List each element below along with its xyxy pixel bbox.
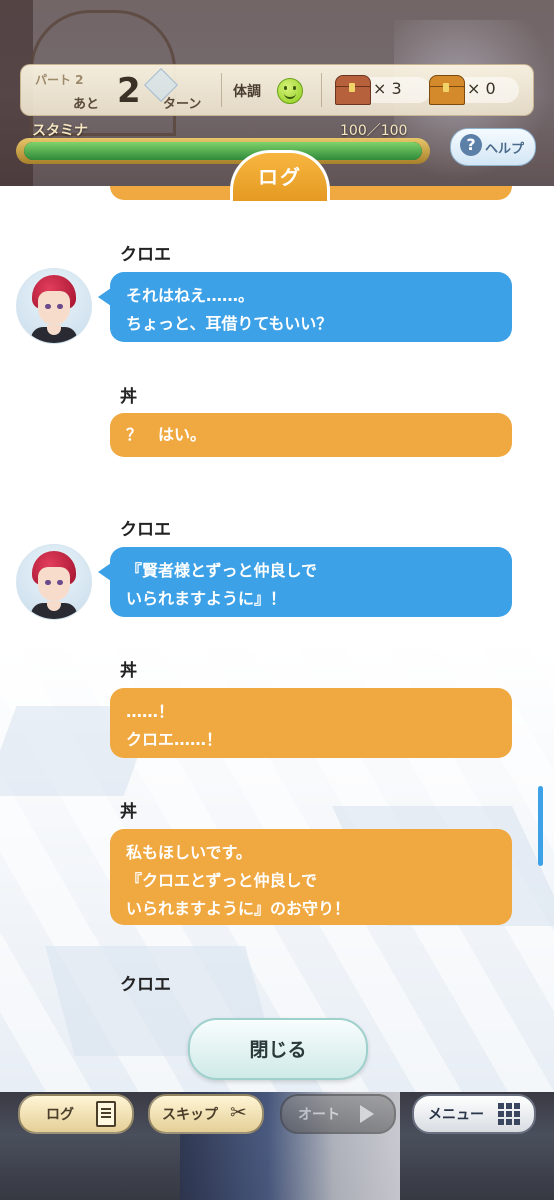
gold-chest-icon	[429, 75, 465, 105]
auto-button[interactable]: オート	[280, 1094, 396, 1134]
message-bubble: 『賢者様とずっと仲良しで いられますように』！	[98, 547, 512, 617]
chest-gold-count: × 0	[467, 79, 496, 98]
chloe-avatar	[16, 544, 92, 620]
menu-button[interactable]: メニュー	[412, 1094, 536, 1134]
close-label: 閉じる	[249, 1039, 307, 1061]
turns-left: 2	[117, 71, 141, 111]
log-button-label: ログ	[46, 1107, 74, 1123]
menu-button-label: メニュー	[428, 1107, 484, 1123]
message-line: ？ はい。	[126, 425, 207, 444]
message-bubble: ？ はい。	[110, 413, 512, 457]
smile-face-icon	[277, 78, 303, 104]
skip-button-label: スキップ	[162, 1107, 218, 1123]
auto-button-label: オート	[298, 1107, 340, 1123]
hud-divider	[221, 73, 222, 107]
speaker-name: クロエ	[120, 245, 171, 265]
log-tab-title: ログ	[258, 165, 302, 189]
message-line: いられますように』！	[126, 589, 287, 608]
skip-button[interactable]: スキップ ✂	[148, 1094, 264, 1134]
red-chest-icon	[335, 75, 371, 105]
message-bubble: ……！ クロエ……！	[110, 688, 512, 758]
help-label: ヘルプ	[485, 142, 525, 157]
speaker-name: 丼	[120, 387, 137, 407]
message-line: ……！	[126, 702, 175, 721]
stamina-bar	[24, 142, 422, 160]
message-line: いられますように』のお守り！	[126, 899, 351, 918]
message-line: それはねえ……。	[126, 286, 255, 305]
log-button[interactable]: ログ	[18, 1094, 134, 1134]
message-line: ちょっと、耳借りてもいい？	[126, 314, 333, 333]
speaker-name: 丼	[120, 661, 137, 681]
play-icon	[360, 1105, 374, 1123]
hud-divider	[321, 73, 322, 107]
chest-red-count: × 3	[373, 79, 402, 98]
close-button[interactable]: 閉じる	[188, 1018, 368, 1080]
message-line: 『クロエとずっと仲良しで	[126, 871, 318, 890]
stamina-fill	[24, 142, 422, 160]
message-bubble: 私もほしいです。 『クロエとずっと仲良しで いられますように』のお守り！	[110, 829, 512, 925]
part-label: パート 2	[35, 73, 84, 87]
stamina-label: スタミナ	[32, 123, 88, 139]
stamina-value: 100／100	[340, 123, 408, 139]
chloe-avatar	[16, 268, 92, 344]
message-line: クロエ……！	[126, 730, 223, 749]
remaining-prefix: あと	[73, 97, 100, 112]
message-line: 『賢者様とずっと仲良しで	[126, 561, 318, 580]
speaker-name: クロエ	[120, 520, 171, 540]
help-button[interactable]: ? ヘルプ	[450, 128, 536, 166]
turn-suffix: ターン	[163, 97, 202, 112]
speaker-name: 丼	[120, 802, 137, 822]
log-scrollbar[interactable]	[538, 786, 543, 866]
question-icon: ?	[460, 134, 482, 156]
grid-menu-icon	[498, 1103, 520, 1125]
message-line: 私もほしいです。	[126, 843, 252, 862]
scissors-icon: ✂	[230, 1100, 247, 1124]
condition-label: 体調	[233, 84, 261, 100]
status-hud: パート 2 あと 2 ターン 体調 × 3 × 0	[20, 64, 534, 116]
message-bubble: それはねえ……。 ちょっと、耳借りてもいい？	[98, 272, 512, 342]
speaker-name: クロエ	[120, 975, 171, 995]
document-icon	[96, 1101, 116, 1127]
